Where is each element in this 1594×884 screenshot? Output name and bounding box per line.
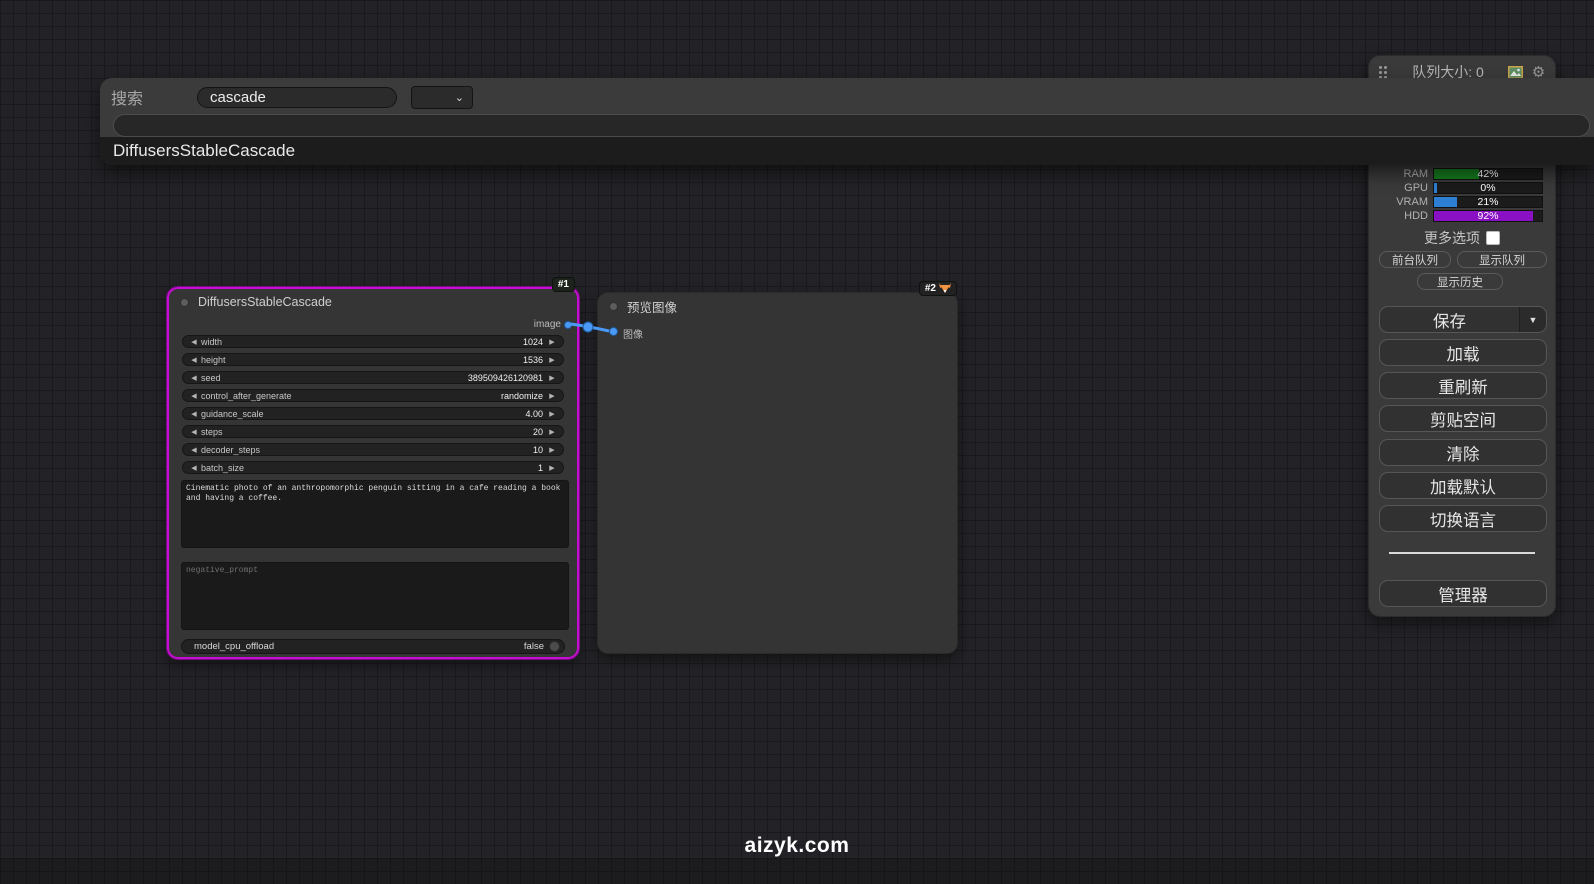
node-diffusers-stable-cascade[interactable]: #1 DiffusersStableCascade image ◀ width …: [166, 277, 580, 660]
node1-output-slot[interactable]: [564, 321, 572, 329]
increment-arrow-icon[interactable]: ▶: [547, 464, 557, 472]
increment-arrow-icon[interactable]: ▶: [547, 356, 557, 364]
widget-width[interactable]: ◀ width 1024 ▶: [182, 335, 564, 348]
widget-label: height: [201, 354, 226, 365]
widget-steps[interactable]: ◀ steps 20 ▶: [182, 425, 564, 438]
search-filter-select[interactable]: ⌄: [411, 85, 474, 109]
load-button[interactable]: 加载: [1379, 339, 1547, 366]
decrement-arrow-icon[interactable]: ◀: [189, 446, 199, 454]
decrement-arrow-icon[interactable]: ◀: [189, 464, 199, 472]
widget-label: guidance_scale: [201, 408, 264, 419]
widget-value: 1024: [522, 336, 543, 347]
meter-label: RAM: [1403, 168, 1428, 180]
menu-divider: [1389, 552, 1535, 554]
widget-value: 20: [532, 426, 543, 437]
switch-language-button[interactable]: 切换语言: [1379, 505, 1547, 532]
widget-value: randomize: [500, 390, 543, 401]
widget-seed[interactable]: ◀ seed 389509426120981 ▶: [182, 371, 564, 384]
more-options-label: 更多选项: [1424, 230, 1480, 246]
hdd-meter: 92%: [1433, 210, 1543, 222]
decrement-arrow-icon[interactable]: ◀: [189, 410, 199, 418]
search-label: 搜索: [111, 91, 144, 108]
save-button[interactable]: 保存 ▼: [1379, 306, 1547, 333]
show-history-button[interactable]: 显示历史: [1417, 273, 1503, 290]
clear-button[interactable]: 清除: [1379, 439, 1547, 466]
widget-height[interactable]: ◀ height 1536 ▶: [182, 353, 564, 366]
widget-value: 1536: [522, 354, 543, 365]
bottom-strip: [0, 858, 1594, 884]
widget-label: width: [201, 336, 223, 347]
gpu-meter: 0%: [1433, 182, 1543, 194]
load-default-button[interactable]: 加载默认: [1379, 472, 1547, 499]
meter-label: GPU: [1404, 182, 1428, 194]
more-options-checkbox[interactable]: [1486, 231, 1500, 245]
meter-label: HDD: [1404, 210, 1428, 222]
toggle-value: false: [523, 641, 544, 652]
widget-label: control_after_generate: [201, 390, 292, 401]
node2-input-slot[interactable]: [609, 327, 618, 336]
vram-meter: 21%: [1433, 196, 1543, 208]
increment-arrow-icon[interactable]: ▶: [547, 338, 557, 346]
search-wide-input[interactable]: [113, 114, 1590, 137]
manager-button[interactable]: 管理器: [1379, 580, 1547, 607]
increment-arrow-icon[interactable]: ▶: [547, 374, 557, 382]
decrement-arrow-icon[interactable]: ◀: [189, 374, 199, 382]
meter-percent: 92%: [1477, 210, 1499, 222]
widget-value: 10: [532, 444, 543, 455]
link-midpoint-dot[interactable]: [582, 321, 594, 333]
decrement-arrow-icon[interactable]: ◀: [189, 428, 199, 436]
node1-title-bar[interactable]: DiffusersStableCascade: [169, 289, 577, 315]
decrement-arrow-icon[interactable]: ◀: [189, 392, 199, 400]
toggle-knob-icon[interactable]: [549, 641, 560, 652]
ram-meter: 42%: [1433, 168, 1543, 180]
collapse-dot-icon[interactable]: [609, 301, 618, 311]
increment-arrow-icon[interactable]: ▶: [547, 428, 557, 436]
node1-output-label: image: [533, 319, 561, 330]
clipspace-button[interactable]: 剪贴空间: [1379, 405, 1547, 432]
model-cpu-offload-toggle[interactable]: model_cpu_offload false: [181, 639, 565, 654]
refresh-button[interactable]: 重刷新: [1379, 372, 1547, 399]
collapse-dot-icon[interactable]: [180, 297, 189, 307]
node1-title: DiffusersStableCascade: [198, 295, 332, 309]
watermark-text: aizyk.com: [744, 834, 850, 857]
negative-prompt-textarea[interactable]: negative_prompt: [181, 562, 569, 630]
node2-title-bar[interactable]: 预览图像: [598, 293, 957, 319]
front-queue-button[interactable]: 前台队列: [1379, 251, 1451, 268]
node-preview-image[interactable]: #2 预览图像 图像: [597, 281, 958, 654]
toggle-label: model_cpu_offload: [194, 641, 275, 652]
widget-guidance-scale[interactable]: ◀ guidance_scale 4.00 ▶: [182, 407, 564, 420]
chevron-down-icon: ⌄: [454, 91, 465, 104]
widget-label: decoder_steps: [201, 444, 261, 455]
meter-percent: 0%: [1480, 182, 1496, 194]
decrement-arrow-icon[interactable]: ◀: [189, 338, 199, 346]
search-input[interactable]: [197, 86, 398, 108]
show-queue-button[interactable]: 显示队列: [1457, 251, 1547, 268]
widget-batch-size[interactable]: ◀ batch_size 1 ▶: [182, 461, 564, 474]
widget-value: 1: [537, 462, 543, 473]
widget-value: 389509426120981: [467, 372, 543, 383]
widget-control-after-generate[interactable]: ◀ control_after_generate randomize ▶: [182, 389, 564, 402]
meter-percent: 42%: [1477, 168, 1499, 180]
node2-input-label: 图像: [623, 330, 643, 341]
node-search-dialog: 搜索 ⌄ DiffusersStableCascade: [100, 78, 1594, 165]
widget-value: 4.00: [525, 408, 543, 419]
widget-label: batch_size: [201, 462, 245, 473]
widget-label: steps: [201, 426, 223, 437]
widget-label: seed: [201, 372, 221, 383]
increment-arrow-icon[interactable]: ▶: [547, 410, 557, 418]
search-result-item[interactable]: DiffusersStableCascade: [100, 137, 1594, 165]
node2-title: 预览图像: [627, 300, 678, 315]
prompt-textarea[interactable]: Cinematic photo of an anthropomorphic pe…: [181, 480, 569, 548]
increment-arrow-icon[interactable]: ▶: [547, 446, 557, 454]
meter-label: VRAM: [1396, 196, 1428, 208]
increment-arrow-icon[interactable]: ▶: [547, 392, 557, 400]
save-dropdown-arrow-icon[interactable]: ▼: [1519, 307, 1546, 332]
decrement-arrow-icon[interactable]: ◀: [189, 356, 199, 364]
widget-decoder-steps[interactable]: ◀ decoder_steps 10 ▶: [182, 443, 564, 456]
meter-percent: 21%: [1477, 196, 1499, 208]
